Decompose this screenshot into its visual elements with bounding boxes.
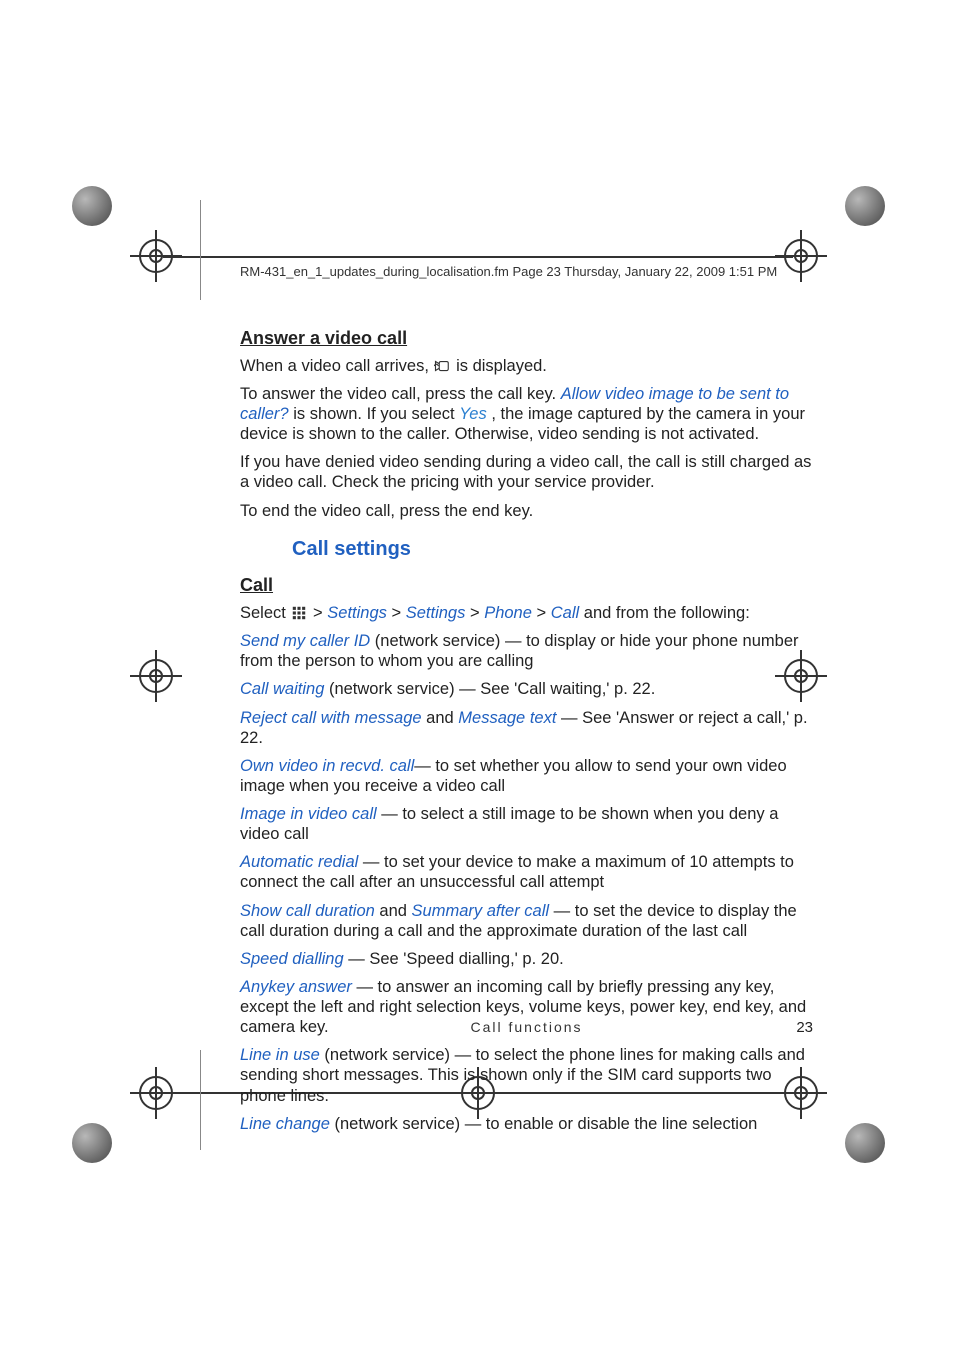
text: Select [240, 604, 290, 622]
text: is shown. If you select [293, 405, 459, 423]
sep: > [537, 604, 551, 622]
setting-name: Image in video call [240, 805, 377, 823]
setting-item: Reject call with message and Message tex… [240, 708, 813, 748]
page-number: 23 [796, 1019, 813, 1037]
setting-item: Automatic redial — to set your device to… [240, 852, 813, 892]
setting-item: Own video in recvd. call— to set whether… [240, 756, 813, 796]
setting-name: Show call duration [240, 902, 375, 920]
setting-name: Own video in recvd. call [240, 757, 414, 775]
setting-name: Reject call with message [240, 709, 422, 727]
setting-name: Automatic redial [240, 853, 358, 871]
text: and [375, 902, 412, 920]
setting-name: Summary after call [412, 902, 550, 920]
setting-name: Anykey answer [240, 978, 352, 996]
paragraph: If you have denied video sending during … [240, 452, 813, 492]
setting-item: Call waiting (network service) — See 'Ca… [240, 679, 813, 699]
menu-icon [290, 605, 308, 619]
setting-name: Line in use [240, 1046, 320, 1064]
sep: > [392, 604, 406, 622]
heading-call: Call [240, 575, 813, 597]
sep: > [470, 604, 484, 622]
page-header: RM-431_en_1_updates_during_localisation.… [240, 264, 813, 280]
text: and from the following: [584, 604, 750, 622]
paragraph: To answer the video call, press the call… [240, 384, 813, 444]
setting-desc: (network service) — to enable or disable… [330, 1115, 757, 1133]
setting-name: Send my caller ID [240, 632, 370, 650]
heading-call-settings: Call settings [292, 537, 813, 561]
setting-item: Line in use (network service) — to selec… [240, 1045, 813, 1105]
setting-item: Show call duration and Summary after cal… [240, 901, 813, 941]
menu-item: Settings [406, 604, 466, 622]
setting-name: Message text [458, 709, 556, 727]
setting-desc: (network service) — to select the phone … [240, 1046, 805, 1104]
setting-name: Speed dialling [240, 950, 344, 968]
paragraph: When a video call arrives, is displayed. [240, 356, 813, 376]
paragraph: To end the video call, press the end key… [240, 501, 813, 521]
footer-section-name: Call functions [240, 1019, 813, 1036]
text: and [422, 709, 459, 727]
menu-item: Call [551, 604, 579, 622]
menu-item: Phone [484, 604, 532, 622]
menu-option: Yes [459, 405, 487, 423]
setting-desc: (network service) — See 'Call waiting,' … [324, 680, 655, 698]
setting-desc: — See 'Speed dialling,' p. 20. [344, 950, 564, 968]
setting-item: Image in video call — to select a still … [240, 804, 813, 844]
setting-item: Line change (network service) — to enabl… [240, 1114, 813, 1134]
setting-item: Send my caller ID (network service) — to… [240, 631, 813, 671]
menu-item: Settings [327, 604, 387, 622]
setting-name: Call waiting [240, 680, 324, 698]
sep: > [313, 604, 327, 622]
nav-path: Select > Settings > Settings > Phone > C… [240, 603, 813, 623]
video-call-icon [434, 358, 452, 372]
text: is displayed. [456, 357, 547, 375]
heading-answer-video-call: Answer a video call [240, 328, 813, 350]
setting-name: Line change [240, 1115, 330, 1133]
text: To answer the video call, press the call… [240, 385, 561, 403]
setting-item: Speed dialling — See 'Speed dialling,' p… [240, 949, 813, 969]
text: When a video call arrives, [240, 357, 434, 375]
